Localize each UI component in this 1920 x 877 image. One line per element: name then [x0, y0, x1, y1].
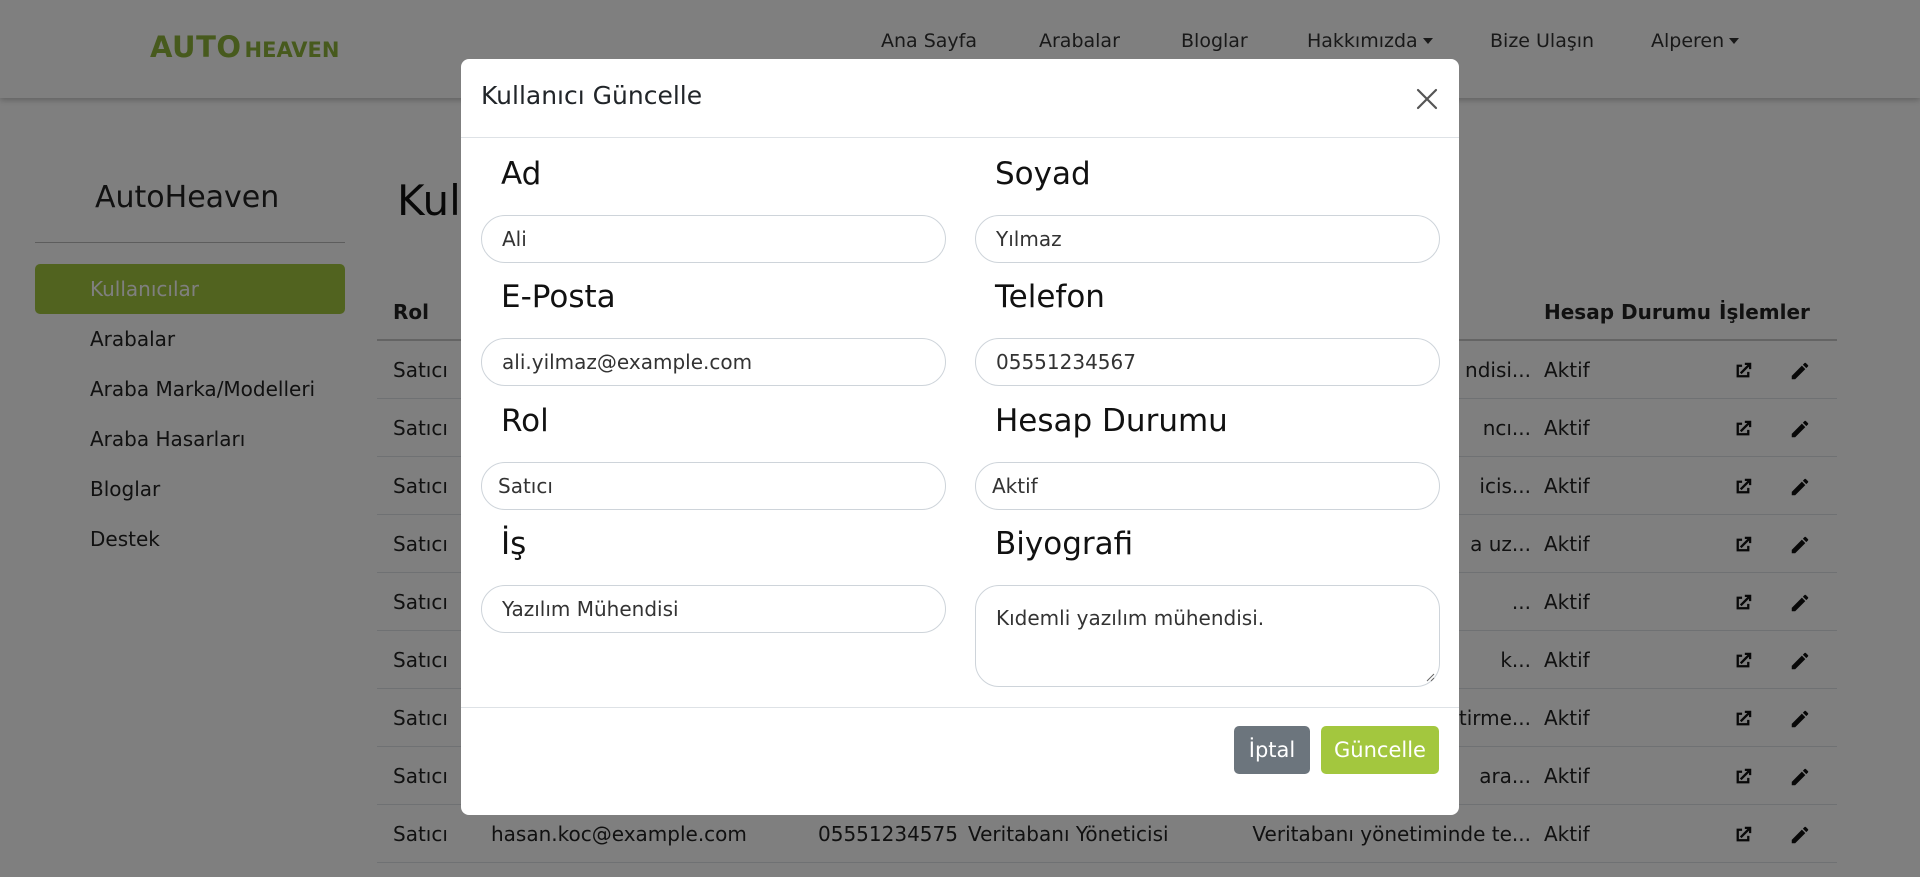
label-first-name: Ad [501, 156, 542, 192]
label-job: İş [501, 526, 527, 562]
close-icon[interactable] [1413, 85, 1441, 113]
job-input[interactable]: Yazılım Mühendisi [481, 585, 946, 633]
cancel-button[interactable]: İptal [1234, 726, 1310, 774]
role-select[interactable]: Satıcı [481, 462, 946, 510]
biography-text: Kıdemli yazılım mühendisi. [996, 606, 1265, 630]
first-name-input[interactable]: Ali [481, 215, 946, 263]
last-name-input[interactable]: Yılmaz [975, 215, 1440, 263]
modal-title: Kullanıcı Güncelle [481, 81, 703, 110]
modal-header: Kullanıcı Güncelle [461, 59, 1459, 138]
label-biography: Biyografi [995, 526, 1134, 562]
phone-input[interactable]: 05551234567 [975, 338, 1440, 386]
email-input[interactable]: ali.yilmaz@example.com [481, 338, 946, 386]
resize-handle-icon[interactable] [1425, 672, 1435, 682]
label-email: E-Posta [501, 279, 616, 315]
label-last-name: Soyad [995, 156, 1091, 192]
label-phone: Telefon [995, 279, 1105, 315]
update-button[interactable]: Güncelle [1321, 726, 1439, 774]
modal-footer-divider [461, 707, 1459, 708]
account-status-select[interactable]: Aktif [975, 462, 1440, 510]
label-account-status: Hesap Durumu [995, 403, 1228, 439]
label-role: Rol [501, 403, 549, 439]
biography-textarea[interactable]: Kıdemli yazılım mühendisi. [975, 585, 1440, 687]
update-user-modal: Kullanıcı Güncelle Ad Ali Soyad Yılmaz E… [461, 59, 1459, 815]
